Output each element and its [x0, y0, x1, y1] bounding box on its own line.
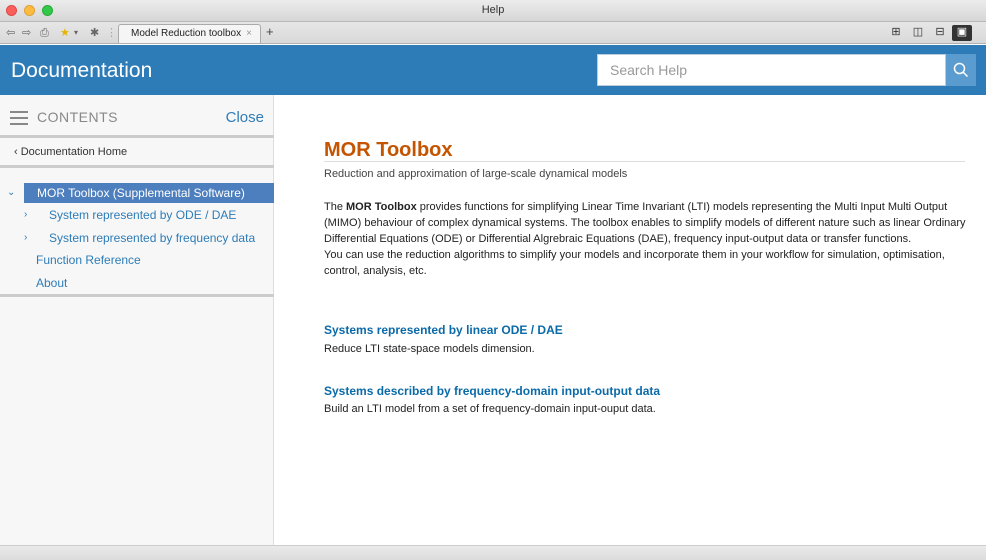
- section-link-ode-dae[interactable]: Systems represented by linear ODE / DAE: [324, 323, 563, 337]
- title-divider: [324, 161, 965, 162]
- add-tab-button[interactable]: +: [266, 24, 274, 39]
- sidebar-item-ode-dae[interactable]: › System represented by ODE / DAE: [0, 205, 274, 225]
- sidebar-item-label: System represented by ODE / DAE: [49, 208, 237, 222]
- sidebar-item-label: Function Reference: [36, 253, 141, 267]
- contents-label: CONTENTS: [37, 109, 118, 125]
- forward-arrow-icon[interactable]: ⇨: [22, 25, 31, 41]
- search-input[interactable]: Search Help: [597, 54, 946, 86]
- search-icon[interactable]: [946, 54, 976, 86]
- sidebar-item-frequency-data[interactable]: › System represented by frequency data: [0, 228, 274, 248]
- layout-buttons: ⊞ ◫ ⊟ ▣: [886, 25, 972, 41]
- favorites-star-icon[interactable]: ★: [60, 25, 70, 41]
- page-subtitle: Reduction and approximation of large-sca…: [324, 168, 628, 180]
- back-arrow-icon[interactable]: ⇦: [6, 25, 15, 41]
- documentation-header: Documentation Search Help: [0, 45, 986, 95]
- description-second-paragraph: You can use the reduction algorithms to …: [324, 249, 945, 277]
- chevron-right-icon: ›: [24, 209, 28, 220]
- sidebar-divider: [0, 294, 274, 297]
- section-link-frequency-data[interactable]: Systems described by frequency-domain in…: [324, 384, 660, 398]
- header-title: Documentation: [11, 59, 153, 82]
- split-horizontal-icon[interactable]: ⊟: [930, 25, 950, 41]
- sidebar-item-function-reference[interactable]: Function Reference: [0, 250, 274, 270]
- description-product-name: MOR Toolbox: [346, 201, 417, 213]
- window-titlebar: Help: [0, 0, 986, 22]
- grid-layout-icon[interactable]: ⊞: [886, 25, 906, 41]
- print-icon[interactable]: ⎙: [40, 25, 49, 41]
- section-description: Reduce LTI state-space models dimension.: [324, 343, 535, 355]
- description-body: provides functions for simplifying Linea…: [324, 201, 966, 245]
- sidebar-item-label: MOR Toolbox (Supplemental Software): [37, 186, 245, 200]
- sidebar-divider: [0, 135, 274, 138]
- tab-close-icon[interactable]: ×: [246, 28, 252, 39]
- toolbar-divider: ⋮: [106, 27, 117, 39]
- sidebar-divider: [0, 165, 274, 168]
- sidebar-item-about[interactable]: About: [0, 273, 274, 293]
- tab-model-reduction-toolbox[interactable]: Model Reduction toolbox ×: [118, 24, 261, 43]
- close-contents-link[interactable]: Close: [226, 109, 264, 126]
- main-content: MOR Toolbox Reduction and approximation …: [275, 95, 986, 545]
- documentation-home-link[interactable]: ‹ Documentation Home: [14, 146, 127, 158]
- single-pane-icon[interactable]: ▣: [952, 25, 972, 41]
- split-vertical-icon[interactable]: ◫: [908, 25, 928, 41]
- description-prefix: The: [324, 201, 347, 213]
- tab-label: Model Reduction toolbox: [131, 28, 242, 39]
- settings-gear-icon[interactable]: ✱: [90, 25, 99, 41]
- chevron-down-icon: ⌄: [7, 187, 16, 198]
- chevron-right-icon: ›: [24, 232, 28, 243]
- sidebar-item-label: System represented by frequency data: [49, 231, 256, 245]
- favorites-dropdown-icon[interactable]: ▾: [74, 25, 78, 41]
- status-bar: [0, 545, 986, 560]
- page-title: MOR Toolbox: [324, 139, 453, 161]
- contents-bar: CONTENTS Close: [10, 109, 264, 129]
- sidebar-item-mor-toolbox[interactable]: ⌄ MOR Toolbox (Supplemental Software): [7, 183, 274, 203]
- section-description: Build an LTI model from a set of frequen…: [324, 403, 656, 415]
- sidebar-item-label: About: [36, 276, 68, 290]
- hamburger-menu-icon[interactable]: [10, 111, 28, 125]
- contents-sidebar: CONTENTS Close ‹ Documentation Home ⌄ MO…: [0, 95, 274, 560]
- window-title: Help: [481, 4, 505, 16]
- browser-toolbar: ⇦ ⇨ ⎙ ★ ▾ ✱ ⋮ Model Reduction toolbox × …: [0, 22, 986, 44]
- page-description: The MOR Toolbox provides functions for s…: [324, 199, 972, 279]
